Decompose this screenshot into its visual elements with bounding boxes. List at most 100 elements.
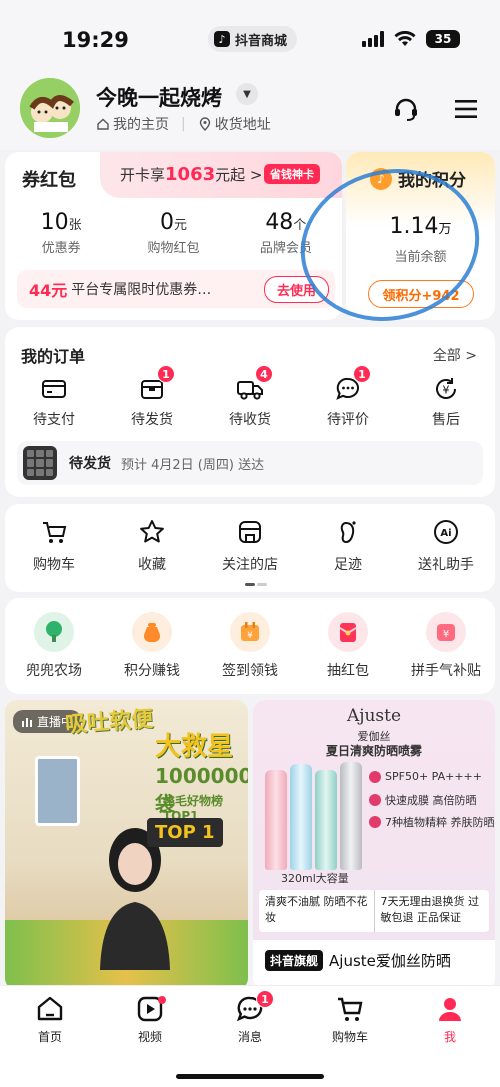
voucher-card[interactable]: 券红包 开卡享1063元起 > 省钱神卡 10张 优惠券 0元 购物红包 48个…: [5, 152, 342, 320]
address-label: 收货地址: [214, 117, 271, 133]
account-switch-icon[interactable]: ▼: [236, 83, 258, 105]
game-points-earn[interactable]: 积分赚钱: [103, 612, 201, 680]
order-status-title: 待发货: [69, 456, 111, 472]
banner-amount: 1063: [165, 164, 216, 185]
stat-label: 优惠券: [41, 241, 81, 256]
cart-icon: [43, 522, 67, 543]
tool-footprints[interactable]: 足迹: [299, 518, 397, 574]
voucher-stats: 10张 优惠券 0元 购物红包 48个 品牌会员: [5, 210, 342, 256]
douyin-logo-icon: ♪: [214, 31, 230, 47]
banner-tag[interactable]: 省钱神卡: [264, 164, 320, 184]
product-title: Ajuste爱伽丝防晒: [329, 952, 451, 970]
ad-top-badge: TOP 1: [147, 818, 223, 847]
refund-icon: ¥: [436, 378, 456, 399]
game-label: 签到领钱: [222, 663, 278, 679]
svg-text:Ai: Ai: [440, 528, 451, 539]
svg-text:¥: ¥: [443, 629, 449, 640]
customer-service-icon[interactable]: [392, 96, 420, 124]
tab-label: 消息: [237, 1030, 262, 1044]
svg-text:¥: ¥: [247, 631, 253, 641]
footprint-icon: [340, 521, 356, 544]
tab-me[interactable]: 我: [400, 994, 500, 1045]
feature-item: 7种植物精粹 养肤防晒: [369, 814, 495, 830]
cat-photo: [35, 756, 80, 826]
voucher-title: 券红包: [22, 170, 76, 191]
username[interactable]: 今晚一起烧烤: [96, 82, 222, 112]
calendar-icon: ¥: [230, 612, 270, 652]
live-product-card[interactable]: 直播中 吸吐软便 大救星 10000000袋 化毛好物榜TOP1 TOP 1: [5, 700, 248, 990]
lucky-icon: ¥: [426, 612, 466, 652]
ai-icon: Ai: [434, 520, 458, 544]
my-home-label: 我的主页: [113, 117, 169, 133]
signal-icon: [362, 31, 384, 47]
tools-card: 购物车 收藏 关注的店 足迹 Ai 送礼助手: [5, 504, 495, 592]
stat-value: 0: [159, 210, 174, 235]
app-pill: ♪ 抖音商城: [208, 26, 298, 52]
tool-followed-stores[interactable]: 关注的店: [201, 518, 299, 574]
tool-gift-assistant[interactable]: Ai 送礼助手: [397, 518, 495, 574]
guarantee-left: 清爽不油腻 防晒不花妆: [265, 895, 368, 924]
money-bag-icon: [132, 612, 172, 652]
app-name: 抖音商城: [235, 33, 288, 49]
game-farm[interactable]: 兜兜农场: [5, 612, 103, 680]
order-to-review[interactable]: 1 待评价: [299, 365, 397, 429]
order-badge: 1: [157, 365, 175, 383]
order-thumbnail: [23, 446, 57, 480]
status-bar: 19:29 ♪ 抖音商城 35: [0, 0, 500, 70]
tool-row: 购物车 收藏 关注的店 足迹 Ai 送礼助手: [5, 518, 495, 574]
game-red-envelope[interactable]: 抽红包: [299, 612, 397, 680]
new-dot: [158, 996, 166, 1004]
avatar[interactable]: [20, 78, 80, 138]
game-label: 兜兜农场: [26, 663, 82, 679]
banner-prefix: 开卡享: [120, 166, 166, 184]
order-after-sales[interactable]: ¥ 售后: [397, 375, 495, 429]
tab-home[interactable]: 首页: [0, 994, 100, 1045]
my-home-link[interactable]: 我的主页: [96, 114, 169, 134]
order-to-ship[interactable]: 1 待发货: [103, 365, 201, 429]
home-indicator: [176, 1074, 324, 1079]
membership-banner[interactable]: 开卡享1063元起 > 省钱神卡: [100, 152, 342, 198]
banner-text: 开卡享1063元起 >: [120, 164, 262, 185]
order-pending-payment[interactable]: 待支付: [5, 375, 103, 429]
latest-order-status[interactable]: 待发货 预计 4月2日 (周四) 送达: [17, 441, 483, 485]
profile-icon: [439, 998, 461, 1021]
tool-label: 足迹: [334, 557, 362, 573]
avatar-image: [20, 78, 80, 138]
tab-video[interactable]: 视频: [100, 994, 200, 1045]
order-badge: 1: [353, 365, 371, 383]
tool-cart[interactable]: 购物车: [5, 518, 103, 574]
game-lucky-subsidy[interactable]: ¥ 拼手气补贴: [397, 612, 495, 680]
order-to-receive[interactable]: 4 待收货: [201, 365, 299, 429]
wifi-icon: [394, 31, 416, 46]
tab-cart[interactable]: 购物车: [300, 994, 400, 1045]
order-item-label: 待评价: [327, 412, 369, 428]
ad-big-text: 大救星: [155, 732, 234, 762]
tool-label: 关注的店: [222, 557, 278, 573]
stat-coupons[interactable]: 10张 优惠券: [5, 210, 117, 256]
stat-red-packets[interactable]: 0元 购物红包: [117, 210, 229, 256]
game-checkin[interactable]: ¥ 签到领钱: [201, 612, 299, 680]
address-link[interactable]: 收货地址: [198, 114, 271, 134]
product-image: Ajuste 爱伽丝 夏日清爽防晒喷雾 SPF50+ PA++++ 快速成膜 高…: [253, 700, 495, 940]
order-badge: 4: [255, 365, 273, 383]
view-all-orders-link[interactable]: 全部 >: [433, 345, 477, 365]
tab-messages[interactable]: 1 消息: [200, 990, 300, 1045]
order-status-desc: 预计 4月2日 (周四) 送达: [121, 457, 265, 473]
profile-links: 我的主页 | 收货地址: [96, 114, 271, 134]
feature-item: SPF50+ PA++++: [369, 770, 482, 783]
tool-favorites[interactable]: 收藏: [103, 518, 201, 574]
stat-unit: 元: [173, 218, 187, 233]
store-icon: [239, 521, 261, 543]
sunscreen-product-card[interactable]: Ajuste 爱伽丝 夏日清爽防晒喷雾 SPF50+ PA++++ 快速成膜 高…: [253, 700, 495, 990]
menu-icon[interactable]: [453, 96, 479, 122]
promo-bar[interactable]: 44元 平台专属限时优惠券… 去使用: [17, 270, 335, 308]
games-card: 兜兜农场 积分赚钱 ¥ 签到领钱 抽红包 ¥ 拼手气补贴: [5, 598, 495, 694]
tab-badge: 1: [256, 990, 274, 1008]
svg-text:¥: ¥: [443, 384, 450, 397]
game-label: 拼手气补贴: [411, 663, 481, 679]
spray-cans-image: [265, 762, 362, 870]
tool-label: 收藏: [138, 557, 166, 573]
home-small-icon: [97, 118, 109, 130]
tool-label: 购物车: [33, 557, 75, 573]
order-item-label: 售后: [432, 412, 460, 428]
